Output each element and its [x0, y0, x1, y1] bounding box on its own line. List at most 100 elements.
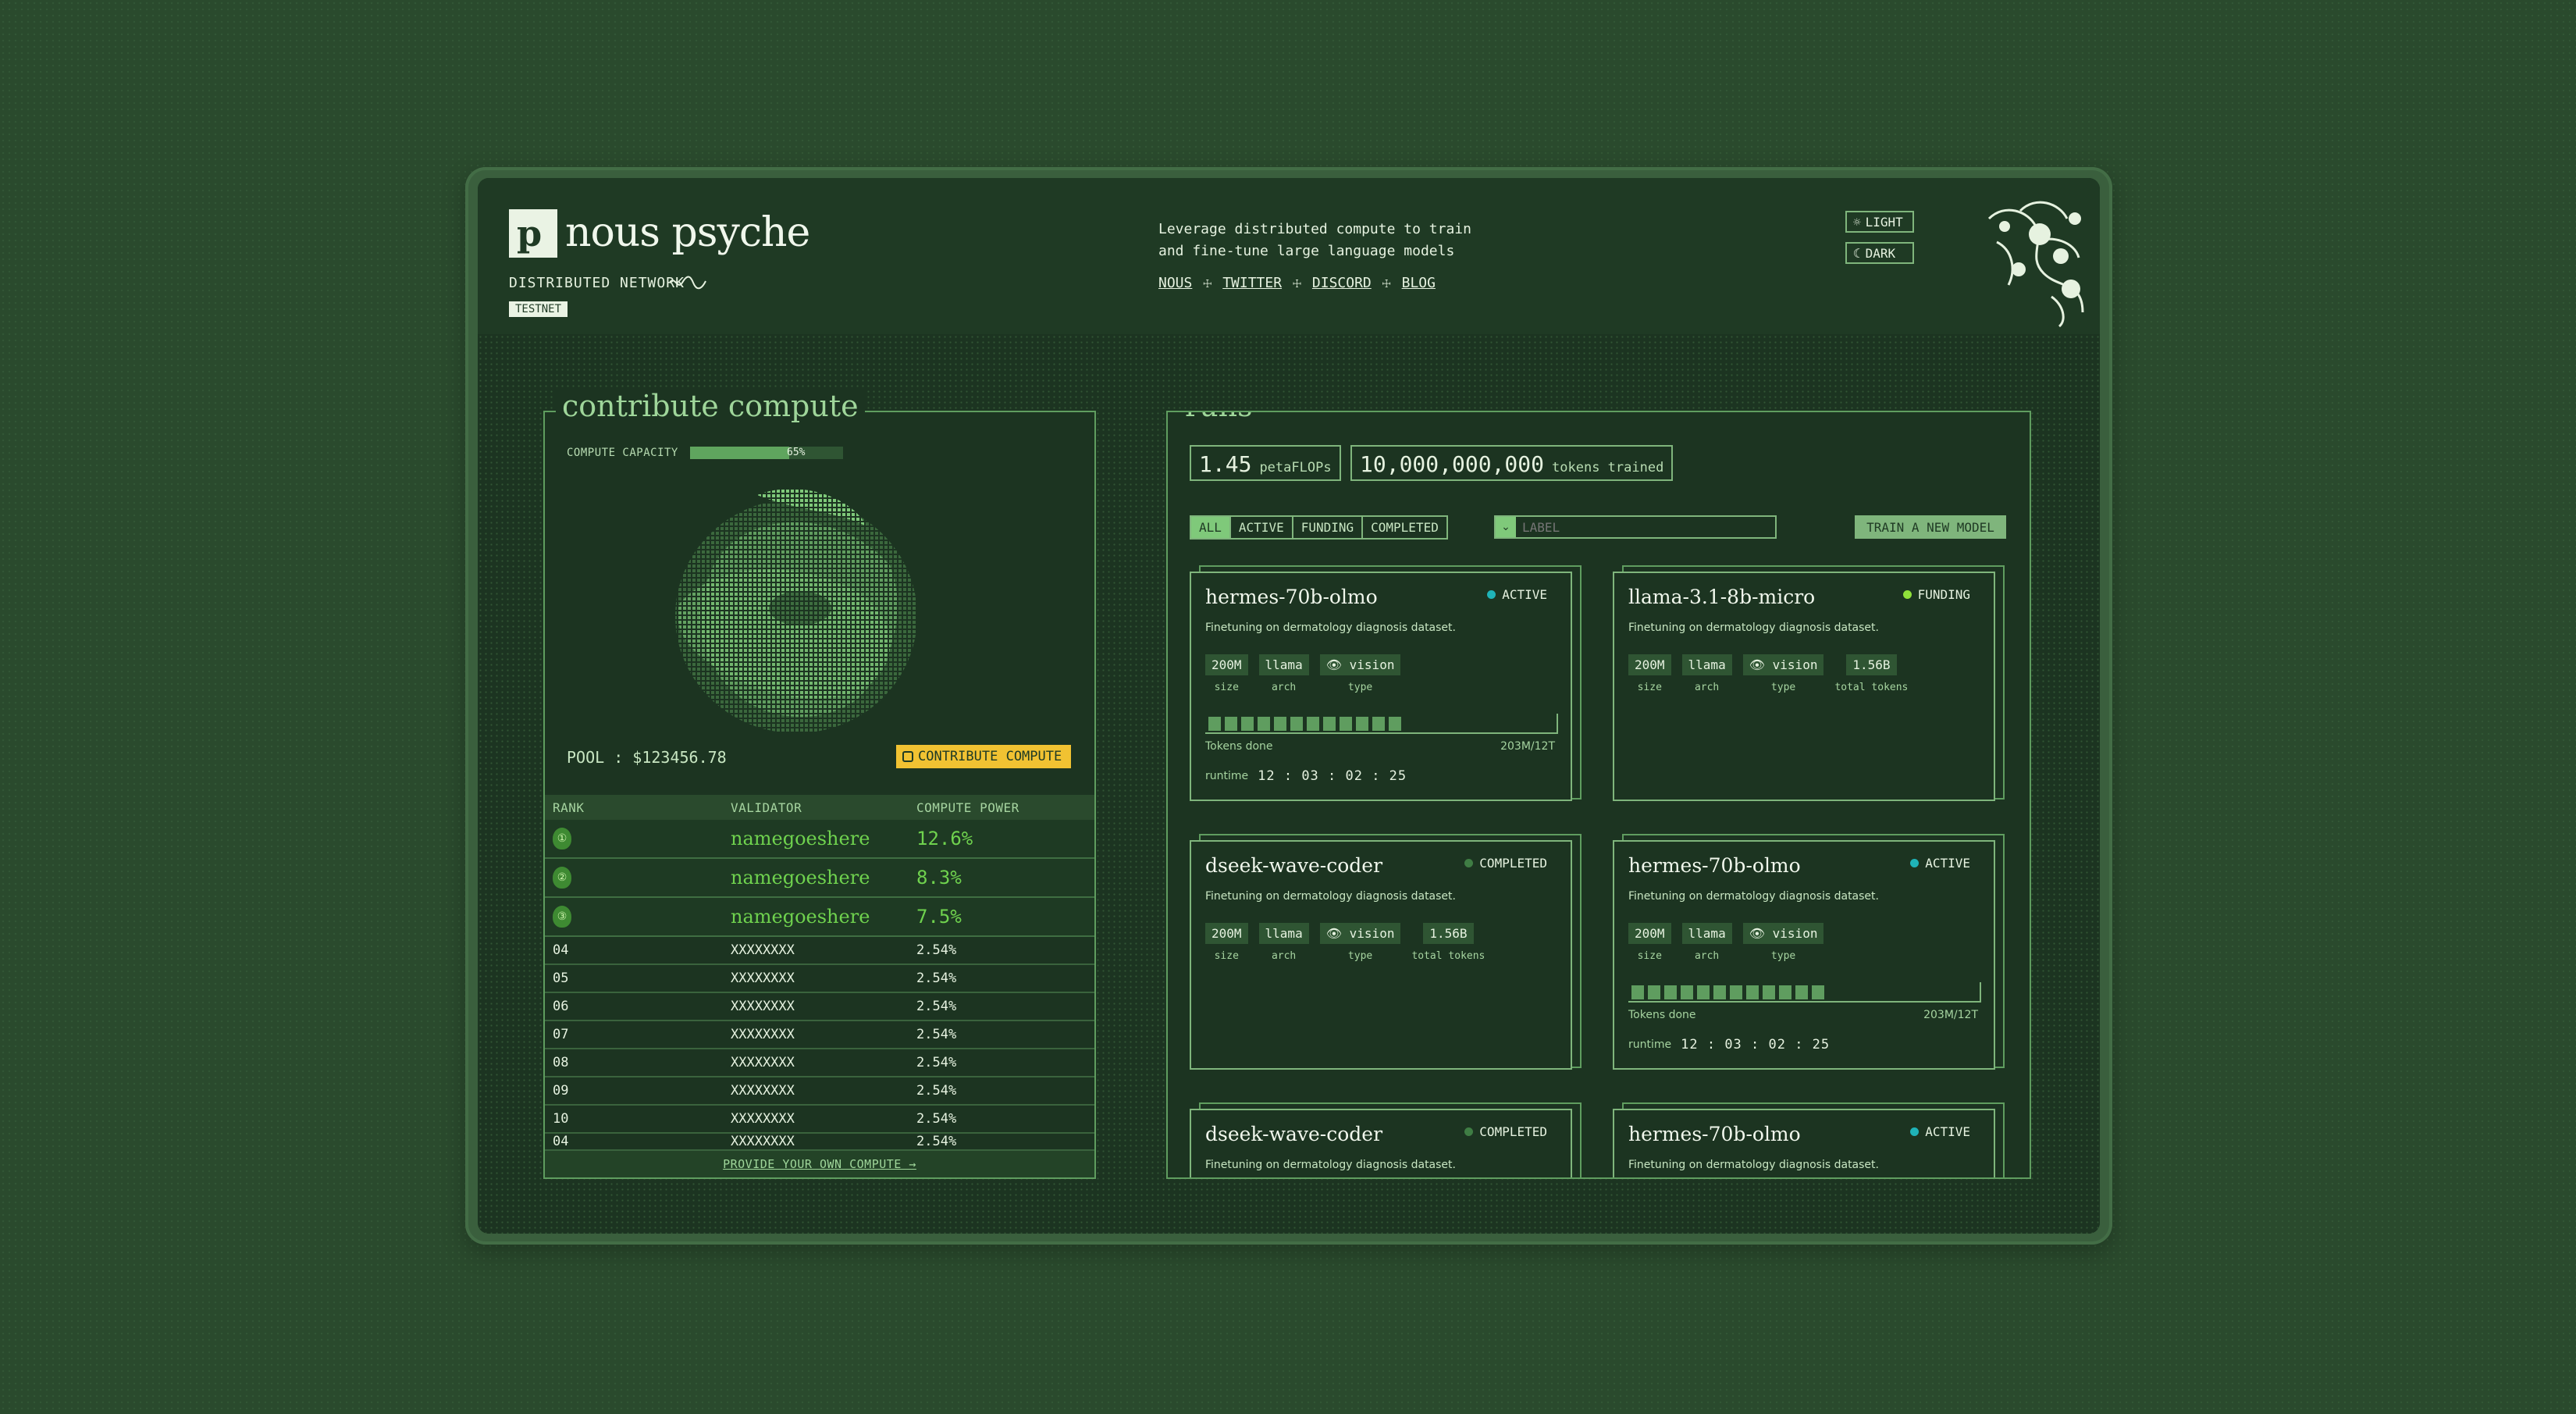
status-badge: ACTIVE — [1910, 856, 1970, 871]
app-screen: p nous psyche DISTRIBUTED NETWORK TESTNE… — [478, 178, 2100, 1234]
light-mode-button[interactable]: ☼ LIGHT — [1845, 211, 1914, 233]
provide-compute-link[interactable]: PROVIDE YOUR OWN COMPUTE → — [545, 1151, 1094, 1177]
validator-name: XXXXXXXX — [731, 1111, 795, 1127]
runs-title: runs — [1179, 412, 1259, 423]
progress-block — [1225, 717, 1237, 731]
attr-type: 👁︎ vision type — [1742, 654, 1824, 693]
attr-type-value: vision — [1772, 926, 1818, 941]
progress-block — [1713, 985, 1726, 999]
attr-type-value: vision — [1349, 926, 1395, 941]
table-row[interactable]: 05 XXXXXXXX 2.54% — [545, 965, 1094, 993]
run-title: llama-3.1-8b-micro — [1628, 586, 1816, 608]
progress-block — [1681, 985, 1693, 999]
run-attributes: 200M size llama arch 👁︎ vision type — [1205, 654, 1401, 693]
pool-balance: POOL : $123456.78 — [567, 748, 727, 767]
run-card-body[interactable]: dseek-wave-coder COMPLETED Finetuning on… — [1190, 1109, 1572, 1177]
table-row[interactable]: 10 XXXXXXXX 2.54% — [545, 1106, 1094, 1134]
status-badge: ACTIVE — [1487, 587, 1547, 602]
progress-block — [1356, 717, 1368, 731]
run-card-body[interactable]: hermes-70b-olmo ACTIVE Finetuning on der… — [1613, 840, 1995, 1070]
attr-key: total tokens — [1834, 682, 1909, 693]
rank: 09 — [553, 1083, 569, 1099]
progress-block — [1631, 985, 1644, 999]
table-header: RANK VALIDATOR COMPUTE POWER — [545, 795, 1094, 820]
dark-mode-button[interactable]: ☾ DARK — [1845, 242, 1914, 264]
run-card-body[interactable]: dseek-wave-coder COMPLETED Finetuning on… — [1190, 840, 1572, 1070]
validator-name: XXXXXXXX — [731, 1134, 795, 1149]
rank: 05 — [553, 971, 569, 986]
filter-all[interactable]: ALL — [1191, 517, 1229, 538]
attr-total-tokens: 1.56B total tokens — [1411, 923, 1485, 962]
dark-label: DARK — [1865, 245, 1896, 261]
status-badge: FUNDING — [1902, 587, 1970, 602]
progress-block — [1307, 717, 1319, 731]
filter-funding[interactable]: FUNDING — [1291, 517, 1361, 538]
table-row[interactable]: 07 XXXXXXXX 2.54% — [545, 1021, 1094, 1049]
table-row[interactable]: 08 XXXXXXXX 2.54% — [545, 1049, 1094, 1077]
eye-icon: 👁︎ — [1749, 926, 1766, 941]
table-row[interactable]: ③ namegoeshere 7.5% — [545, 898, 1094, 937]
progress-block — [1763, 985, 1775, 999]
nav-link-nous[interactable]: NOUS — [1158, 275, 1192, 291]
stat-tokens-value: 10,000,000,000 — [1360, 451, 1545, 477]
progress-block — [1208, 717, 1221, 731]
run-card[interactable]: dseek-wave-coder COMPLETED Finetuning on… — [1190, 834, 1582, 1074]
run-card[interactable]: hermes-70b-olmo ACTIVE Finetuning on der… — [1613, 834, 2005, 1074]
compute-power: 2.54% — [916, 1083, 957, 1099]
capacity-bar: 65% — [690, 447, 843, 459]
attr-key: total tokens — [1411, 950, 1485, 962]
contribute-icon — [902, 751, 913, 762]
attr-key: type — [1347, 682, 1373, 693]
status-text: FUNDING — [1917, 587, 1970, 602]
label-input[interactable] — [1516, 518, 1758, 536]
runtime-value: 12 : 03 : 02 : 25 — [1258, 768, 1407, 784]
rank: 10 — [553, 1111, 569, 1127]
contribute-panel: contribute compute COMPUTE CAPACITY 65% — [543, 389, 1096, 1179]
run-card[interactable]: hermes-70b-olmo ACTIVE Finetuning on der… — [1190, 565, 1582, 806]
attr-arch: llama arch — [1258, 923, 1309, 962]
run-card[interactable]: llama-3.1-8b-micro FUNDING Finetuning on… — [1613, 565, 2005, 806]
status-badge: COMPLETED — [1464, 856, 1547, 871]
compute-power: 12.6% — [916, 828, 973, 849]
nav-link-discord[interactable]: DISCORD — [1312, 275, 1372, 291]
table-row[interactable]: 04 XXXXXXXX 2.54% — [545, 1134, 1094, 1151]
run-card-body[interactable]: hermes-70b-olmo ACTIVE Finetuning on der… — [1190, 572, 1572, 801]
validator-name: namegoeshere — [731, 828, 870, 849]
status-text: ACTIVE — [1925, 856, 1970, 871]
table-row[interactable]: ② namegoeshere 8.3% — [545, 859, 1094, 898]
run-card[interactable]: hermes-70b-olmo ACTIVE Finetuning on der… — [1613, 1102, 2005, 1177]
attr-value: llama — [1681, 923, 1732, 944]
table-row[interactable]: 06 XXXXXXXX 2.54% — [545, 993, 1094, 1021]
filter-completed[interactable]: COMPLETED — [1361, 517, 1446, 538]
progress-block — [1258, 717, 1270, 731]
run-card-body[interactable]: llama-3.1-8b-micro FUNDING Finetuning on… — [1613, 572, 1995, 801]
attr-value: 1.56B — [1846, 654, 1897, 675]
tagline-line-2: and fine-tune large language models — [1158, 243, 1455, 259]
status-text: COMPLETED — [1479, 1124, 1547, 1139]
runtime: runtime 12 : 03 : 02 : 25 — [1205, 768, 1407, 784]
filter-active[interactable]: ACTIVE — [1229, 517, 1292, 538]
train-new-model-button[interactable]: TRAIN A NEW MODEL — [1855, 515, 2006, 539]
run-title: hermes-70b-olmo — [1628, 854, 1801, 877]
nav-link-blog[interactable]: BLOG — [1402, 275, 1436, 291]
attr-type: 👁︎ vision type — [1742, 923, 1824, 962]
label-select[interactable]: ⌄ — [1494, 515, 1777, 539]
attr-key: size — [1637, 682, 1662, 693]
nav-link-twitter[interactable]: TWITTER — [1222, 275, 1282, 291]
rank-badge-icon: ③ — [553, 906, 571, 928]
table-row[interactable]: 04 XXXXXXXX 2.54% — [545, 937, 1094, 965]
table-row[interactable]: 09 XXXXXXXX 2.54% — [545, 1077, 1094, 1106]
progress-block — [1241, 717, 1254, 731]
table-row[interactable]: ① namegoeshere 12.6% — [545, 820, 1094, 859]
content-area: contribute compute COMPUTE CAPACITY 65% — [478, 334, 2100, 1234]
attr-value: 👁︎ vision — [1742, 654, 1824, 675]
validator-name: XXXXXXXX — [731, 1083, 795, 1099]
run-card[interactable]: dseek-wave-coder COMPLETED Finetuning on… — [1190, 1102, 1582, 1177]
chevron-down-icon[interactable]: ⌄ — [1496, 517, 1516, 537]
run-description: Finetuning on dermatology diagnosis data… — [1628, 1159, 1879, 1171]
run-attributes: 200M size llama arch 👁︎ vision type — [1628, 923, 1824, 962]
runtime: runtime 12 : 03 : 02 : 25 — [1628, 1037, 1830, 1052]
logo-icon: p — [509, 209, 557, 258]
run-card-body[interactable]: hermes-70b-olmo ACTIVE Finetuning on der… — [1613, 1109, 1995, 1177]
contribute-compute-button[interactable]: CONTRIBUTE COMPUTE — [896, 745, 1071, 768]
